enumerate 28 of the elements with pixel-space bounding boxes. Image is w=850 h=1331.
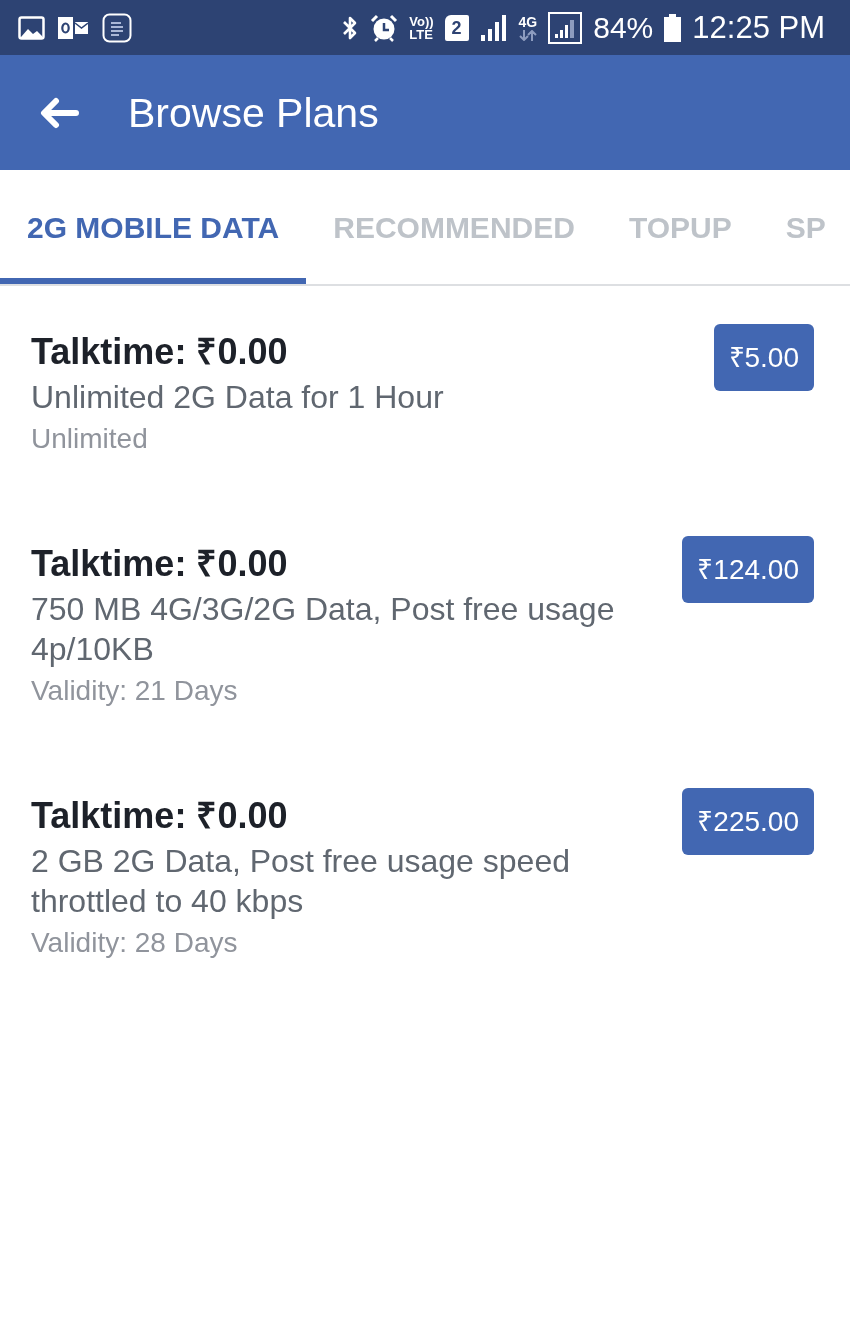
plan-description: Unlimited 2G Data for 1 Hour [31,378,444,417]
talktime-label: Talktime: ₹0.00 [31,794,288,838]
plan-description: 750 MB 4G/3G/2G Data, Post free usage 4p/10KB [31,590,616,669]
talktime-label: Talktime: ₹0.00 [31,542,288,586]
alarm-clock-icon [370,13,399,42]
volte-label: Vo)) LTE [409,14,434,41]
clock-time: 12:25 PM [692,10,825,45]
image-icon [18,15,45,40]
plan-description: 2 GB 2G Data, Post free usage speed throttled to 40 kbps [31,842,571,921]
notes-icon [102,12,132,43]
back-arrow-icon [39,96,79,129]
mail-icon [58,16,88,39]
price-button[interactable]: ₹225.00 [682,788,814,855]
sim-badge: 2 [444,14,469,41]
signal-icon [479,14,508,41]
talktime-label: Talktime: ₹0.00 [31,330,288,374]
network-type: 4G [518,14,538,30]
price-button[interactable]: ₹5.00 [713,324,814,391]
page-title: Browse Plans [128,88,379,138]
validity-label: Unlimited [31,422,148,456]
battery-percent: 84% [593,10,654,45]
validity-label: Validity: 28 Days [31,926,238,960]
data-arrows-icon [518,29,537,41]
boxed-signal-icon [548,11,583,44]
validity-label: Validity: 21 Days [31,674,238,708]
tab[interactable]: 2G MOBILE DATA [0,170,307,284]
price-button[interactable]: ₹124.00 [682,536,814,603]
battery-icon [664,13,682,42]
